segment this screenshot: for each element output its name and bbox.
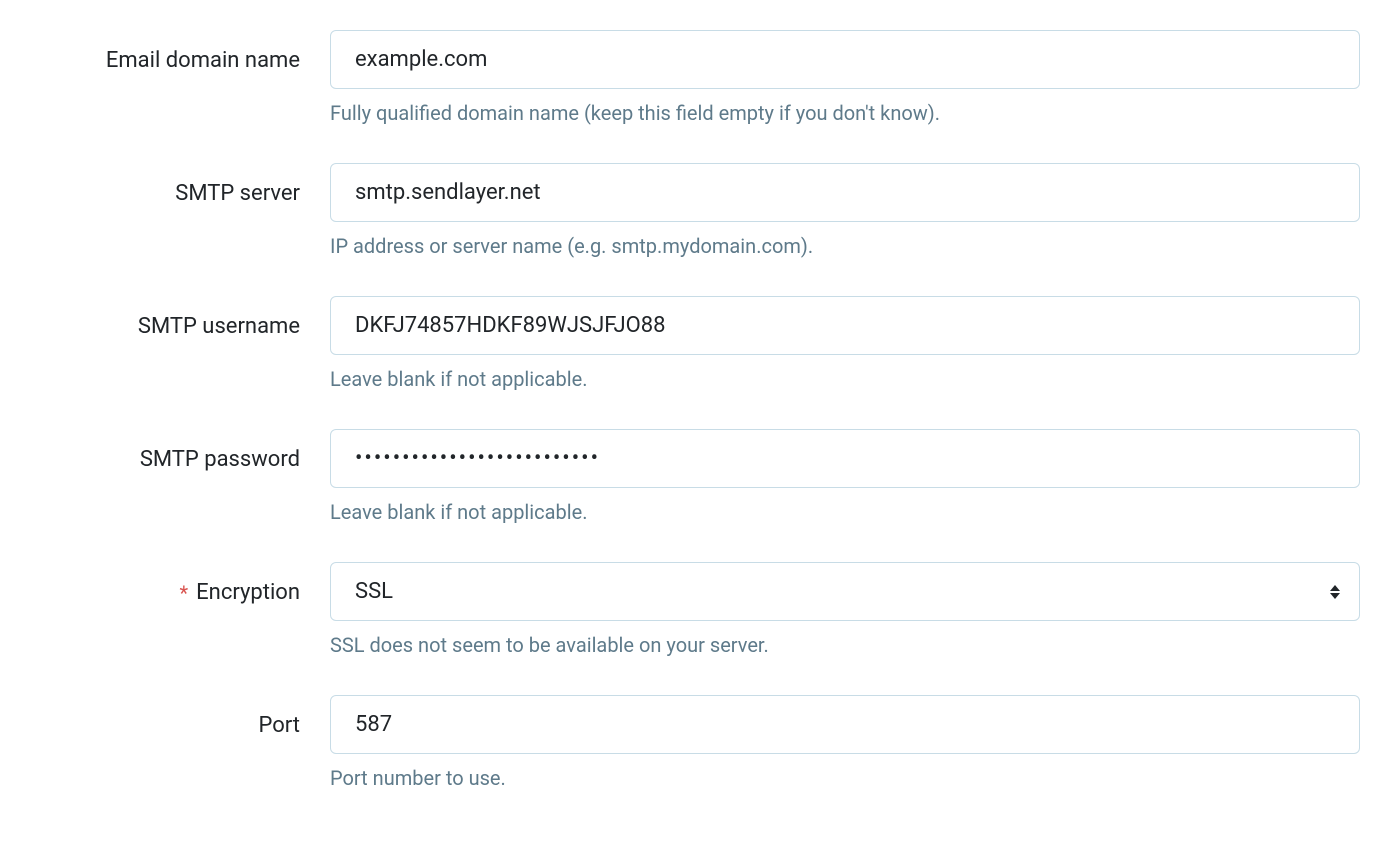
smtp-password-input[interactable] — [330, 429, 1360, 488]
smtp-username-label: SMTP username — [40, 296, 330, 339]
smtp-password-row: SMTP password Leave blank if not applica… — [40, 429, 1360, 524]
encryption-label: * Encryption — [40, 562, 330, 605]
encryption-row: * Encryption SSL SSL does not seem to be … — [40, 562, 1360, 657]
email-domain-field-wrapper: Fully qualified domain name (keep this f… — [330, 30, 1360, 125]
email-domain-label: Email domain name — [40, 30, 330, 73]
email-domain-input[interactable] — [330, 30, 1360, 89]
smtp-password-label: SMTP password — [40, 429, 330, 472]
port-label: Port — [40, 695, 330, 738]
encryption-select[interactable]: SSL — [330, 562, 1360, 621]
port-help: Port number to use. — [330, 766, 1360, 790]
encryption-select-wrapper: SSL — [330, 562, 1360, 621]
port-input[interactable] — [330, 695, 1360, 754]
port-field-wrapper: Port number to use. — [330, 695, 1360, 790]
smtp-username-row: SMTP username Leave blank if not applica… — [40, 296, 1360, 391]
required-asterisk: * — [180, 581, 189, 605]
smtp-password-field-wrapper: Leave blank if not applicable. — [330, 429, 1360, 524]
smtp-password-help: Leave blank if not applicable. — [330, 500, 1360, 524]
port-row: Port Port number to use. — [40, 695, 1360, 790]
encryption-label-text: Encryption — [196, 580, 300, 605]
encryption-field-wrapper: SSL SSL does not seem to be available on… — [330, 562, 1360, 657]
encryption-help: SSL does not seem to be available on you… — [330, 633, 1360, 657]
smtp-server-row: SMTP server IP address or server name (e… — [40, 163, 1360, 258]
email-domain-row: Email domain name Fully qualified domain… — [40, 30, 1360, 125]
email-domain-help: Fully qualified domain name (keep this f… — [330, 101, 1360, 125]
smtp-server-label: SMTP server — [40, 163, 330, 206]
smtp-username-help: Leave blank if not applicable. — [330, 367, 1360, 391]
smtp-server-field-wrapper: IP address or server name (e.g. smtp.myd… — [330, 163, 1360, 258]
smtp-server-input[interactable] — [330, 163, 1360, 222]
smtp-server-help: IP address or server name (e.g. smtp.myd… — [330, 234, 1360, 258]
smtp-username-input[interactable] — [330, 296, 1360, 355]
smtp-username-field-wrapper: Leave blank if not applicable. — [330, 296, 1360, 391]
